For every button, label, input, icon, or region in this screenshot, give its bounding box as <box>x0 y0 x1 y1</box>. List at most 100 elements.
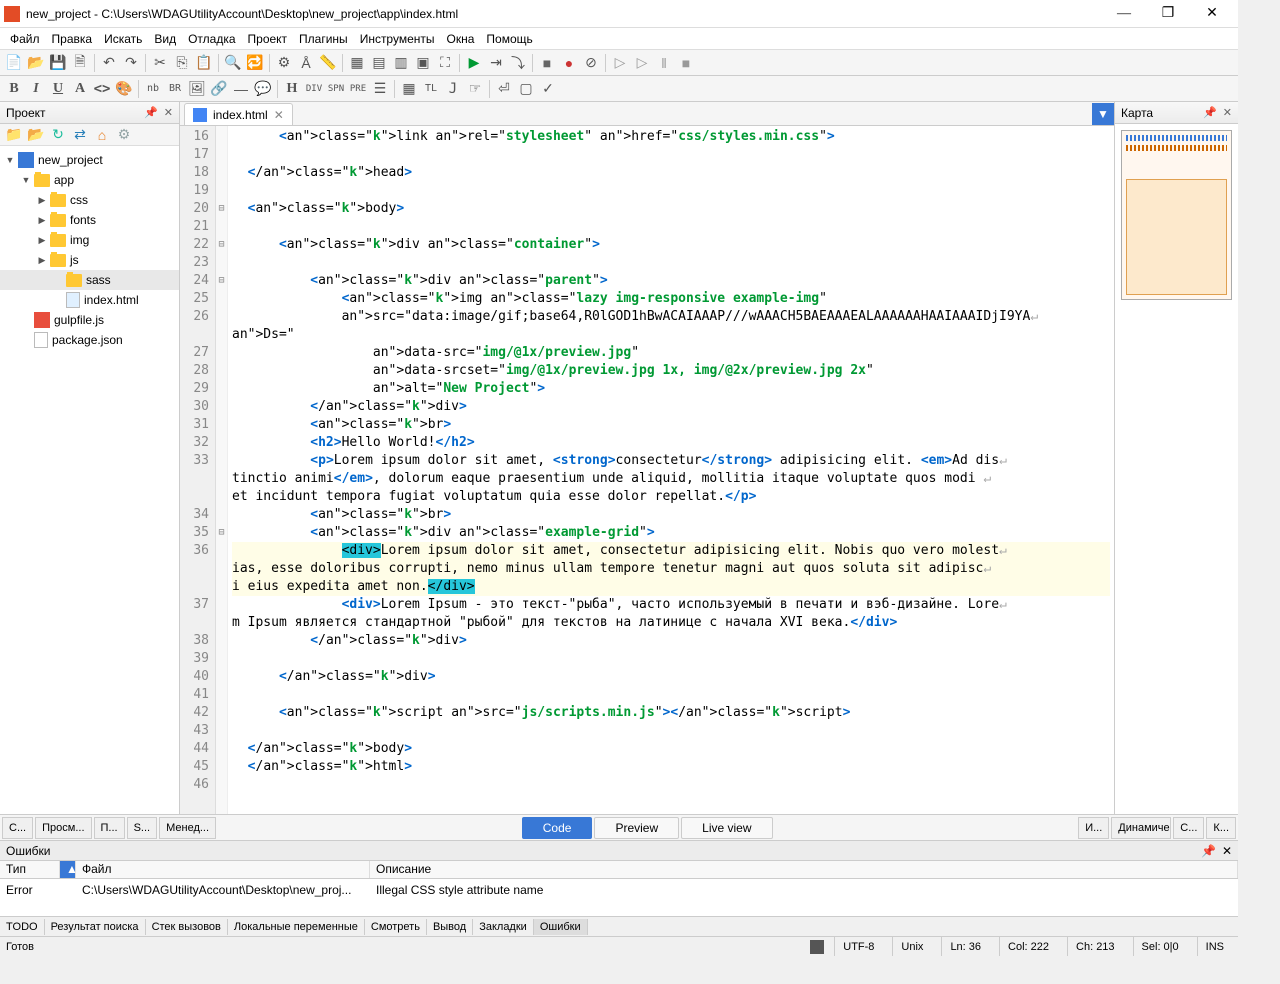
tree-js[interactable]: ▶js <box>0 250 179 270</box>
pre-icon[interactable]: PRE <box>348 79 368 99</box>
split-icon[interactable]: ▣ <box>413 53 433 73</box>
run-icon[interactable]: ▶ <box>464 53 484 73</box>
minimap-close-icon[interactable]: ✕ <box>1223 106 1232 119</box>
layout-icon[interactable]: ▥ <box>391 53 411 73</box>
replace-icon[interactable]: 🔁 <box>245 53 265 73</box>
menu-windows[interactable]: Окна <box>441 30 481 48</box>
error-row[interactable]: Error C:\Users\WDAGUtilityAccount\Deskto… <box>0 879 1238 897</box>
menu-tools[interactable]: Инструменты <box>354 30 441 48</box>
proj-home-icon[interactable]: ⌂ <box>92 125 112 145</box>
ftab-errors[interactable]: Ошибки <box>534 919 588 935</box>
debug-step-icon[interactable]: ⇥ <box>486 53 506 73</box>
maximize-button[interactable]: ❐ <box>1146 0 1190 28</box>
stop-icon[interactable]: ■ <box>537 53 557 73</box>
rbtab-3[interactable]: К... <box>1206 817 1236 839</box>
comment-icon[interactable]: 💬 <box>253 79 273 99</box>
btab-0[interactable]: С... <box>2 817 33 839</box>
play-icon[interactable]: ▷ <box>610 53 630 73</box>
view-code-button[interactable]: Code <box>522 817 593 839</box>
btab-1[interactable]: Просм... <box>35 817 91 839</box>
minimize-button[interactable]: — <box>1102 0 1146 28</box>
color-icon[interactable]: 🎨 <box>114 79 134 99</box>
record-icon[interactable]: ● <box>559 53 579 73</box>
undo-icon[interactable]: ↶ <box>99 53 119 73</box>
frame-icon[interactable]: ▢ <box>516 79 536 99</box>
errors-close-icon[interactable]: ✕ <box>1222 844 1232 858</box>
ftab-bookmarks[interactable]: Закладки <box>473 919 534 935</box>
menu-search[interactable]: Искать <box>98 30 148 48</box>
save-all-icon[interactable]: 🗎 <box>70 53 90 73</box>
new-file-icon[interactable]: 📄 <box>4 53 24 73</box>
view-live-button[interactable]: Live view <box>681 817 772 839</box>
ruler-icon[interactable]: 📏 <box>318 53 338 73</box>
open-file-icon[interactable]: 📂 <box>26 53 46 73</box>
proj-refresh-icon[interactable]: ↻ <box>48 125 68 145</box>
status-eol[interactable]: Unix <box>892 937 931 956</box>
ftab-todo[interactable]: TODO <box>0 919 45 935</box>
proj-new-icon[interactable]: 📁 <box>4 125 24 145</box>
view-preview-button[interactable]: Preview <box>594 817 679 839</box>
proj-open-icon[interactable]: 📂 <box>26 125 46 145</box>
copy-icon[interactable]: ⎘ <box>172 53 192 73</box>
tab-filter-icon[interactable]: ▼ <box>1092 103 1114 125</box>
minimap-pin-icon[interactable]: 📌 <box>1203 106 1217 119</box>
tree-index[interactable]: index.html <box>0 290 179 310</box>
fullscreen-icon[interactable]: ⛶ <box>435 53 455 73</box>
stop2-icon[interactable]: ■ <box>676 53 696 73</box>
minimap[interactable] <box>1115 124 1238 814</box>
anchor-icon[interactable]: A <box>70 79 90 99</box>
ftab-search[interactable]: Результат поиска <box>45 919 146 935</box>
cut-icon[interactable]: ✂ <box>150 53 170 73</box>
link-icon[interactable]: 🔗 <box>209 79 229 99</box>
table-icon[interactable]: ▦ <box>399 79 419 99</box>
col-desc[interactable]: Описание <box>370 861 1238 878</box>
tree-gulp[interactable]: gulpfile.js <box>0 310 179 330</box>
paste-icon[interactable]: 📋 <box>194 53 214 73</box>
menu-edit[interactable]: Правка <box>46 30 99 48</box>
tl-icon[interactable]: TL <box>421 79 441 99</box>
breakpoint-icon[interactable]: ⊘ <box>581 53 601 73</box>
menu-file[interactable]: Файл <box>4 30 46 48</box>
tree-pkg[interactable]: package.json <box>0 330 179 350</box>
tab-close-icon[interactable]: ✕ <box>274 108 284 122</box>
tree-img[interactable]: ▶img <box>0 230 179 250</box>
compass-icon[interactable]: Å <box>296 53 316 73</box>
col-sort-icon[interactable]: ▲ <box>60 861 76 878</box>
menu-plugins[interactable]: Плагины <box>293 30 354 48</box>
play2-icon[interactable]: ▷ <box>632 53 652 73</box>
list-icon[interactable]: ☰ <box>370 79 390 99</box>
underline-icon[interactable]: U <box>48 79 68 99</box>
tree-css[interactable]: ▶css <box>0 190 179 210</box>
ftab-stack[interactable]: Стек вызовов <box>146 919 228 935</box>
bold-icon[interactable]: B <box>4 79 24 99</box>
status-ins[interactable]: INS <box>1197 937 1232 956</box>
menu-project[interactable]: Проект <box>242 30 294 48</box>
menu-help[interactable]: Помощь <box>480 30 538 48</box>
find-icon[interactable]: 🔍 <box>223 53 243 73</box>
tree-root[interactable]: ▼new_project <box>0 150 179 170</box>
save-icon[interactable]: 💾 <box>48 53 68 73</box>
btab-3[interactable]: S... <box>127 817 158 839</box>
window-icon[interactable]: ▤ <box>369 53 389 73</box>
ftab-locals[interactable]: Локальные переменные <box>228 919 365 935</box>
status-ln[interactable]: Ln: 36 <box>941 937 989 956</box>
redo-icon[interactable]: ↷ <box>121 53 141 73</box>
tree-sass[interactable]: sass <box>0 270 179 290</box>
entity-icon[interactable]: ✓ <box>538 79 558 99</box>
menu-view[interactable]: Вид <box>148 30 182 48</box>
br-icon[interactable]: BR <box>165 79 185 99</box>
code-content[interactable]: <an">class="k">link an">rel="stylesheet"… <box>228 126 1114 814</box>
close-button[interactable]: ✕ <box>1190 0 1234 28</box>
pin-icon[interactable]: 📌 <box>144 106 158 119</box>
code-editor[interactable]: 1617181920212223242526272829303132333435… <box>180 126 1114 814</box>
wrap-icon[interactable]: ⏎ <box>494 79 514 99</box>
j-icon[interactable]: J <box>443 79 463 99</box>
form-icon[interactable]: ☞ <box>465 79 485 99</box>
errors-pin-icon[interactable]: 📌 <box>1201 844 1216 858</box>
proj-settings-icon[interactable]: ⚙ <box>114 125 134 145</box>
editor-tab-index[interactable]: index.html ✕ <box>184 103 293 125</box>
rbtab-1[interactable]: Динамиче... <box>1111 817 1171 839</box>
italic-icon[interactable]: I <box>26 79 46 99</box>
btab-2[interactable]: П... <box>94 817 125 839</box>
hr-icon[interactable]: — <box>231 79 251 99</box>
